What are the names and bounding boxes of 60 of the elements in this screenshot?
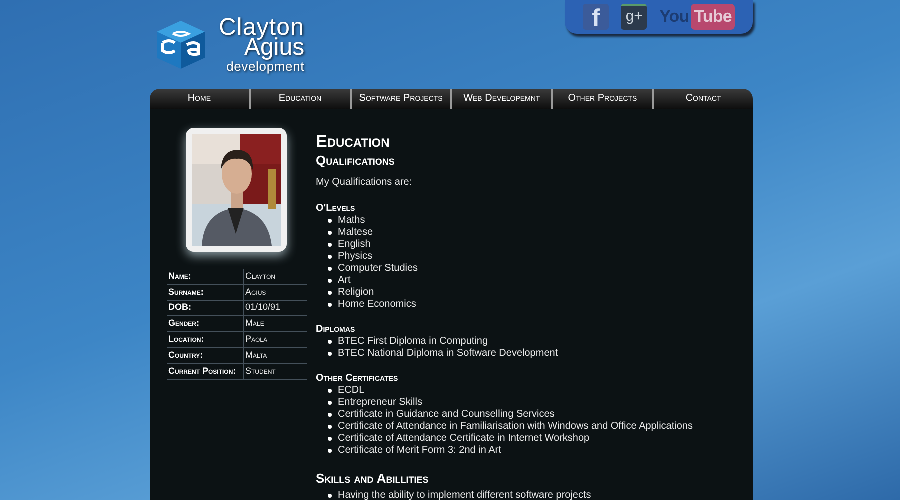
cube-logo-icon: [155, 18, 207, 70]
bullet-icon: [328, 401, 332, 405]
list-item: Religion: [338, 287, 374, 299]
list-item: BTEC National Diploma in Software Development: [338, 348, 558, 360]
logo-text: development: [226, 60, 305, 73]
list-item: Certificate of Merit Form 3: 2nd in Art: [338, 445, 502, 457]
info-label: Country:: [168, 350, 204, 360]
bullet-icon: [328, 413, 332, 417]
info-label: Name:: [168, 272, 192, 281]
info-value: Clayton: [242, 269, 306, 284]
list-item: Art: [338, 275, 351, 287]
list-item: Certificate in Guidance and Counselling Services: [338, 409, 555, 421]
section-title: Skills and Abillities: [316, 470, 430, 488]
list-item: Maltese: [338, 227, 374, 239]
bullet-icon: [328, 449, 332, 453]
info-value: Paola: [242, 332, 306, 347]
info-value: Agius: [242, 284, 306, 300]
info-value: 01/10/91: [242, 300, 306, 316]
list-item: Physics: [338, 251, 372, 263]
list-item: Maths: [338, 215, 366, 227]
facebook-link[interactable]: f: [583, 4, 610, 30]
list-item: Entrepreneur Skills: [338, 397, 422, 409]
bullet-icon: [328, 303, 332, 307]
list-item: English: [338, 239, 371, 251]
nav-link[interactable]: Contact: [654, 89, 753, 109]
bullet-icon: [328, 231, 332, 235]
info-value: Malta: [242, 348, 306, 363]
bullet-icon: [328, 219, 332, 223]
list-item: BTEC First Diploma in Computing: [338, 336, 488, 348]
bullet-icon: [328, 243, 332, 247]
bullet-icon: [328, 267, 332, 271]
list-item: Having the ability to implement different software projects: [338, 490, 592, 500]
list-item: ECDL: [338, 385, 365, 397]
bullet-icon: [328, 494, 332, 498]
list-item: Home Economics: [338, 299, 416, 311]
info-label: DOB:: [168, 303, 192, 312]
intro-text: My Qualifications are:: [316, 177, 414, 189]
info-label: Location:: [168, 335, 206, 344]
info-label: Gender:: [168, 319, 201, 328]
bullet-icon: [328, 279, 332, 283]
bullet-icon: [328, 255, 332, 259]
info-label: Surname:: [168, 288, 205, 297]
subsection-heading: Other Certificates: [316, 373, 400, 385]
list-item: Certificate of Attendance in Familiarisation with Windows and Office Applications: [338, 421, 693, 433]
bullet-icon: [328, 437, 332, 441]
bullet-icon: [328, 291, 332, 295]
section-title: Qualifications: [316, 152, 396, 170]
info-value: Male: [242, 316, 306, 332]
list-item: Certificate of Attendance Certificate in Internet Workshop: [338, 433, 590, 445]
bullet-icon: [328, 340, 332, 344]
info-label: Current Position:: [168, 366, 238, 376]
info-value: Student: [242, 364, 306, 379]
subsection-heading: O'Levels: [316, 203, 356, 215]
bullet-icon: [328, 425, 332, 429]
list-item: Computer Studies: [338, 263, 418, 275]
bullet-icon: [328, 389, 332, 393]
subsection-heading: Diplomas: [316, 324, 356, 336]
google-plus-link[interactable]: g+: [621, 4, 648, 30]
page-title: Education: [316, 132, 391, 152]
bullet-icon: [328, 352, 332, 356]
